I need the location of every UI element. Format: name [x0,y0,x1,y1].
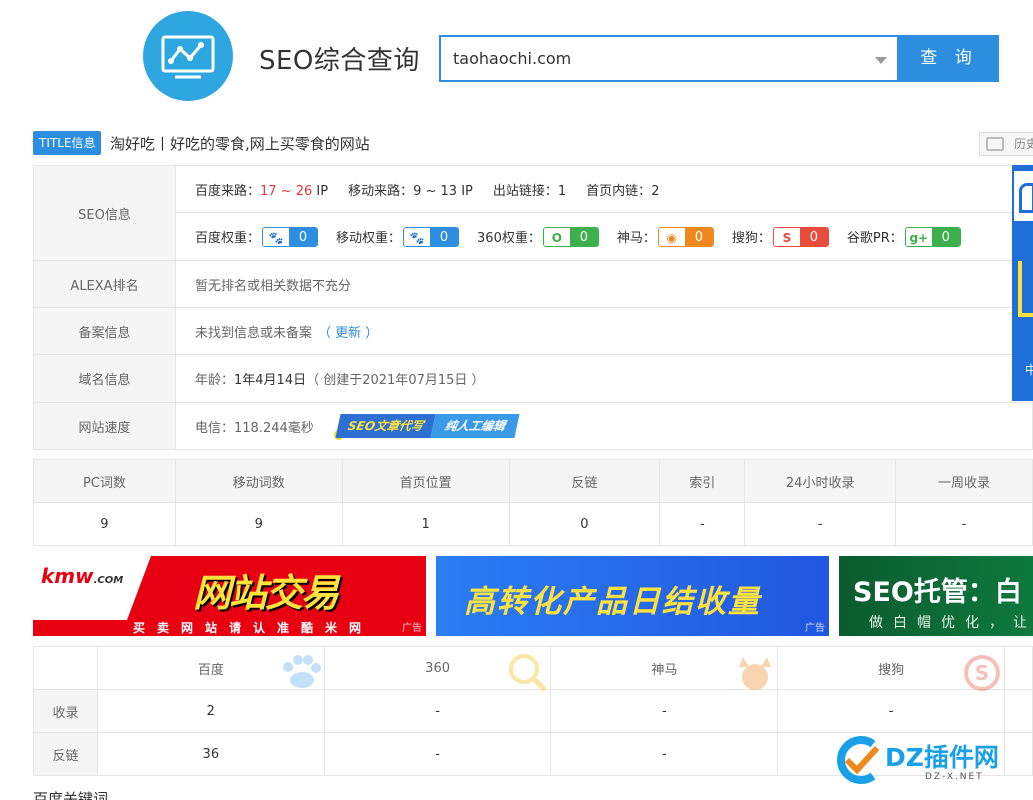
outbound-links: 出站链接：1 [492,183,567,199]
ad-tag: 广告 [805,623,825,634]
google-pr[interactable]: 谷歌PR： g+ 0 [847,226,961,247]
traffic-row: 百度来路：17 ~ 26 IP 移动来路：9 ~ 13 IP 出站链接：1 首页… [176,166,1032,213]
engine-header-cell [1004,646,1033,690]
keyword-stats-table: PC词数 移动词数 首页位置 反链 索引 24小时收录 一周收录 9910--- [33,459,1033,546]
engine-header-cell: 神马 [550,646,779,690]
banner-ad-seo-hosting[interactable]: SEO托管：白 做白帽优化，让 [839,556,1033,636]
seo-info-table: SEO信息 百度来路：17 ~ 26 IP 移动来路：9 ~ 13 IP 出站链… [33,165,1033,450]
alexa-value: 暂无排名或相关数据不充分 [195,278,352,294]
google-plus-icon: g+ [905,227,932,246]
baidu-weight[interactable]: 百度权重： 🐾 0 [195,226,319,247]
mobile-traffic: 移动来路：9 ~ 13 IP [348,183,473,199]
speed-row: 网站速度 电信：118.244毫秒 SEO文章代写 纯人工编辑 [34,403,1032,449]
stats-header-cell: 移动词数 [174,459,343,503]
stats-header-cell: 索引 [659,459,746,503]
stats-header-cell: 反链 [508,459,661,503]
shenma-icon: ◉ [658,227,685,246]
beian-row: 备案信息 未找到信息或未备案（ 更新 ） [34,308,1032,355]
engine-header-cell: 360 [323,646,552,692]
beian-label: 备案信息 [34,308,176,354]
stats-header-cell: 首页位置 [341,459,510,503]
kmw-logo: kmw.COM [41,564,124,588]
stats-value-cell: 1 [341,502,510,546]
shield-icon [1014,171,1033,221]
ad3-sub: 做白帽优化，让 [869,615,1033,631]
baidu-traffic: 百度来路：17 ~ 26 IP [195,183,329,199]
engine-header-cell [33,646,98,690]
home-internal-links: 首页内链：2 [586,183,660,199]
engine-row-label: 反链 [33,732,98,776]
engine-header-cell: 百度 [96,646,325,690]
stats-value-cell: - [659,502,746,546]
speed-value: 电信：118.244毫秒 SEO文章代写 纯人工编辑 [176,403,1032,449]
beian-value: 未找到信息或未备案（ 更新 ） [176,308,1032,354]
domain-value: 年龄： 1年4月14日（ 创建于2021年07月15日 ） [195,373,485,388]
ad1-title: 网站交易 [193,571,339,615]
monitor-chart-icon [161,35,215,79]
stats-value-cell: - [744,502,897,546]
seo-writing-promo[interactable]: SEO文章代写 纯人工编辑 [333,414,520,440]
search-input-value[interactable]: taohaochi.com [453,49,571,68]
engine-value-cell: - [323,689,552,733]
stats-header-cell: 一周收录 [895,459,1033,503]
search-input[interactable]: taohaochi.com [439,35,899,82]
stats-header-cell: 24小时收录 [744,459,897,503]
360-icon: O [543,227,570,246]
paw-icon: 🐾 [404,227,431,246]
banner-ad-kmw[interactable]: kmw.COM 网站交易 买卖网站请认准酷米网 广告 [33,556,426,636]
ad-tag: 广告 [402,623,422,634]
history-label: 历史 [1014,137,1033,151]
site-title-text: 淘好吃丨好吃的零食,网上买零食的网站 [110,135,370,153]
engine-value-cell: - [777,689,1005,733]
shenma-weight[interactable]: 神马： ◉ 0 [617,226,714,247]
weights-row: 百度权重： 🐾 0 移动权重： 🐾 0 360权重： O0 神马： ◉ 0 搜狗： S… [176,213,1032,260]
seo-info-label: SEO信息 [34,166,176,260]
ad2-title: 高转化产品日结收量 [464,584,761,620]
search-button[interactable]: 查 询 [899,35,999,82]
stats-value-cell: 9 [174,502,343,546]
title-info-badge: TITLE信息 [33,131,102,155]
seo-info-row: SEO信息 百度来路：17 ~ 26 IP 移动来路：9 ~ 13 IP 出站链… [34,166,1032,261]
sogou-icon: S [773,227,800,246]
dz-watermark: DZ插件网 DZ-X.NET [833,730,1033,790]
history-icon [986,137,1004,151]
site-logo[interactable] [143,11,233,101]
engine-value-cell: 2 [96,689,325,733]
domain-label: 域名信息 [34,355,176,402]
engine-header-cell: 搜狗 S [777,646,1005,691]
banner-ad-conversion[interactable]: 高转化产品日结收量 广告 [436,556,829,636]
domain-row: 域名信息 年龄： 1年4月14日（ 创建于2021年07月15日 ） [34,355,1032,403]
engine-value-cell: - [323,732,552,776]
svg-text:S: S [975,661,989,685]
dropdown-caret-icon[interactable] [875,57,887,64]
engine-value-cell: - [550,689,779,733]
speed-label: 网站速度 [34,403,176,449]
stats-value-cell: - [895,502,1033,546]
page-title: SEO综合查询 [259,46,420,76]
ad3-title: SEO托管：白 [853,577,1022,608]
history-button[interactable]: 历史 [979,132,1033,156]
update-link[interactable]: （ 更新 ） [318,322,378,341]
stats-value-cell: 0 [508,502,661,546]
engine-value-cell: - [550,732,779,776]
stats-value-cell: 9 [33,502,176,546]
engine-value-cell: 36 [96,732,325,776]
stats-header-cell: PC词数 [33,459,176,503]
ad1-slogan: 买卖网站请认准酷米网 [133,621,374,635]
mobile-weight[interactable]: 移动权重： 🐾 0 [336,226,460,247]
paw-icon: 🐾 [263,227,290,246]
dz-logo-icon [837,736,880,784]
engine-value-cell [1004,689,1033,733]
alexa-row: ALEXA排名 暂无排名或相关数据不充分 [34,261,1032,308]
360-weight[interactable]: 360权重： O0 [477,226,599,247]
sogou-weight[interactable]: 搜狗： S0 [732,226,829,247]
engine-row-label: 收录 [33,689,98,733]
alexa-label: ALEXA排名 [34,261,176,307]
baidu-keywords-title: 百度关键词 [33,790,109,800]
side-ad[interactable]: 中 [1012,165,1033,401]
